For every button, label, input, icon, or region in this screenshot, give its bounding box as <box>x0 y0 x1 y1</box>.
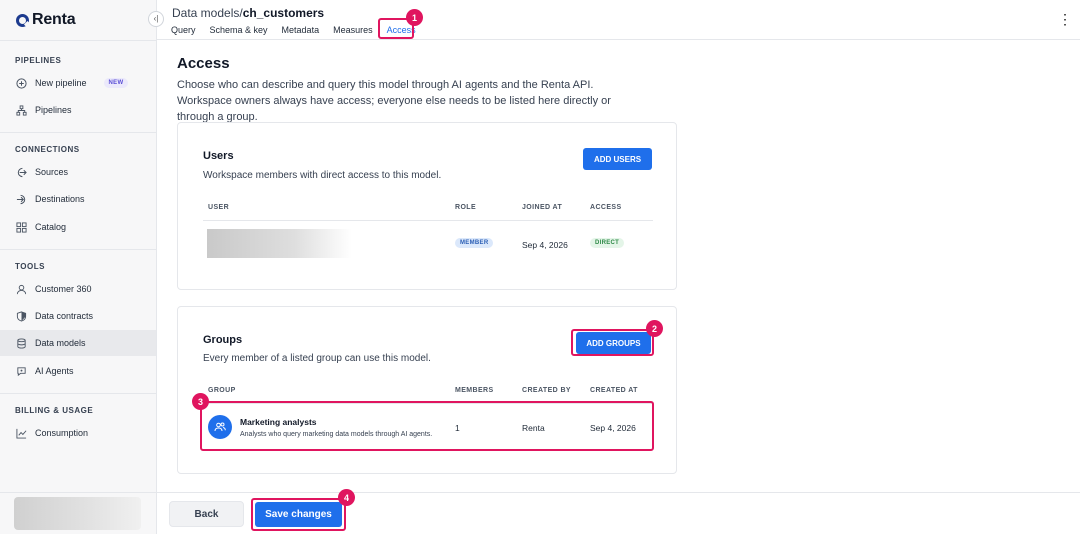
users-card: Users Workspace members with direct acce… <box>177 122 677 290</box>
logo[interactable]: Renta <box>16 11 76 29</box>
step-marker-4: 4 <box>338 489 355 506</box>
tab-schema-key[interactable]: Schema & key <box>210 25 268 35</box>
more-options-icon[interactable]: ⋮ <box>1058 12 1072 26</box>
database-icon <box>16 337 27 349</box>
main-content: Access Choose who can describe and query… <box>157 41 1080 534</box>
back-button[interactable]: Back <box>169 501 244 527</box>
step-marker-2: 2 <box>646 320 663 337</box>
sidebar-item-label: Catalog <box>35 222 67 232</box>
user-icon <box>16 284 27 295</box>
page-title: Access <box>177 55 230 72</box>
sidebar-item-destinations[interactable]: Destinations <box>0 186 156 212</box>
column-header-created-by: CREATED BY <box>522 387 571 394</box>
column-header-members: MEMBERS <box>455 387 494 394</box>
collapse-icon: ‹| <box>153 14 159 23</box>
sidebar-item-customer-360[interactable]: Customer 360 <box>0 276 156 302</box>
row-divider <box>203 220 653 221</box>
breadcrumb-parent[interactable]: Data models <box>172 6 239 20</box>
column-header-role: ROLE <box>455 204 477 211</box>
tab-query[interactable]: Query <box>171 25 196 35</box>
sidebar-item-label: Destinations <box>35 194 85 204</box>
sidebar-item-label: Data models <box>35 338 86 348</box>
users-title: Users <box>203 150 234 162</box>
sidebar-item-new-pipeline[interactable]: New pipeline NEW <box>0 70 156 96</box>
sidebar-item-label: Sources <box>35 167 69 177</box>
highlight-add-groups <box>571 329 654 356</box>
sidebar-item-label: Pipelines <box>35 105 72 115</box>
column-header-joined-at: JOINED AT <box>522 204 563 211</box>
column-header-created-at: CREATED AT <box>590 387 638 394</box>
sidebar: Renta PIPELINES New pipeline NEW Pipelin… <box>0 0 157 534</box>
account-switcher[interactable] <box>14 497 141 530</box>
column-header-access: ACCESS <box>590 204 622 211</box>
sidebar-item-label: AI Agents <box>35 366 74 376</box>
sidebar-item-ai-agents[interactable]: AI Agents <box>0 358 156 384</box>
collapse-sidebar-button[interactable]: ‹| <box>148 11 164 27</box>
sidebar-item-data-contracts[interactable]: Data contracts <box>0 303 156 329</box>
sidebar-divider <box>0 393 157 394</box>
catalog-icon <box>16 221 27 233</box>
destinations-icon <box>16 194 27 205</box>
breadcrumb-current: ch_customers <box>242 6 325 20</box>
sidebar-divider <box>0 249 157 250</box>
highlight-group-row <box>200 401 654 451</box>
page-description: Choose who can describe and query this m… <box>177 79 611 123</box>
sidebar-item-pipelines[interactable]: Pipelines <box>0 97 156 123</box>
header: Data models/ch_customers Query Schema & … <box>157 0 1080 40</box>
role-badge: MEMBER <box>455 238 494 248</box>
redacted-user <box>207 229 352 258</box>
shield-icon <box>16 310 27 322</box>
sources-icon <box>16 167 27 178</box>
step-marker-3: 3 <box>192 393 209 410</box>
sidebar-divider <box>0 40 157 41</box>
footer-divider <box>157 492 1080 493</box>
sidebar-item-label: Data contracts <box>35 311 94 321</box>
chart-icon <box>16 428 27 439</box>
sidebar-item-catalog[interactable]: Catalog <box>0 214 156 240</box>
app-name: Renta <box>32 11 76 28</box>
column-header-group: GROUP <box>208 387 236 394</box>
sidebar-item-consumption[interactable]: Consumption <box>0 420 156 446</box>
groups-description: Every member of a listed group can use t… <box>203 353 431 364</box>
renta-logo-icon <box>16 13 29 27</box>
users-description: Workspace members with direct access to … <box>203 170 442 181</box>
column-header-user: USER <box>208 204 230 211</box>
tab-metadata[interactable]: Metadata <box>282 25 320 35</box>
section-title-billing: BILLING & USAGE <box>15 406 94 415</box>
add-users-button[interactable]: ADD USERS <box>583 148 652 170</box>
sidebar-divider <box>0 492 157 493</box>
sidebar-item-label: Consumption <box>35 428 89 438</box>
pipelines-icon <box>16 104 27 116</box>
step-marker-1: 1 <box>406 9 423 26</box>
sidebar-item-data-models[interactable]: Data models <box>0 330 156 356</box>
access-badge: DIRECT <box>590 238 625 248</box>
plus-circle-icon <box>16 77 27 89</box>
sidebar-item-sources[interactable]: Sources <box>0 159 156 185</box>
sidebar-item-label: New pipeline <box>35 78 87 88</box>
new-badge: NEW <box>103 78 129 88</box>
sidebar-divider <box>0 132 157 133</box>
highlight-save-changes <box>251 498 346 531</box>
ai-agents-icon <box>16 366 27 377</box>
breadcrumb: Data models/ch_customers <box>172 6 324 20</box>
section-title-connections: CONNECTIONS <box>15 145 80 154</box>
sidebar-item-label: Customer 360 <box>35 284 92 294</box>
tab-measures[interactable]: Measures <box>333 25 373 35</box>
section-title-tools: TOOLS <box>15 262 45 271</box>
joined-at: Sep 4, 2026 <box>522 240 568 250</box>
groups-title: Groups <box>203 334 243 346</box>
section-title-pipelines: PIPELINES <box>15 56 62 65</box>
